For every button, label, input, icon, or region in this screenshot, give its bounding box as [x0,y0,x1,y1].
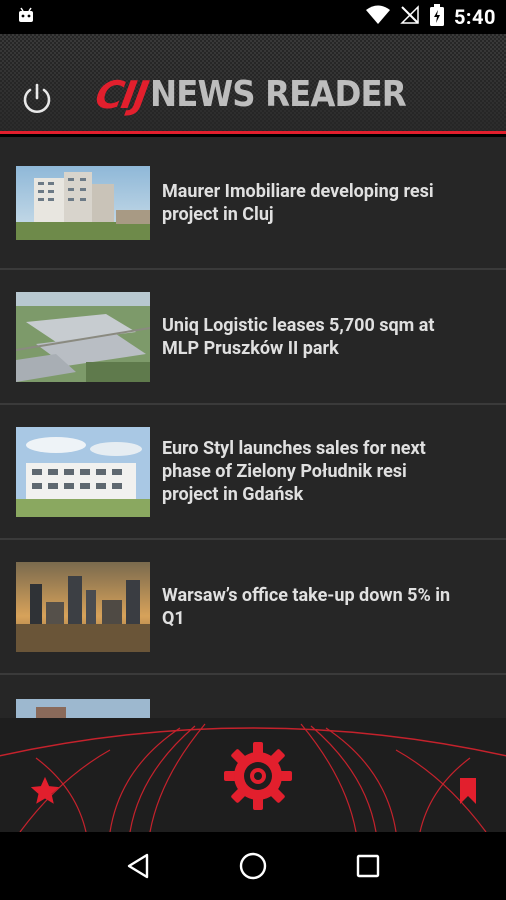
power-icon [23,83,51,113]
article-thumbnail [16,699,150,718]
nav-home-button[interactable] [235,848,271,884]
list-item[interactable]: Uniq Logistic leases 5,700 sqm at MLP Pr… [0,270,506,405]
logo-text: NEWS READER [150,74,407,115]
status-bar: 5:40 [0,0,506,34]
article-title: Euro Styl launches sales for next phase … [162,438,426,505]
favorites-button[interactable] [28,774,62,808]
nav-recents-button[interactable] [350,848,386,884]
recents-square-icon [357,854,380,878]
article-thumbnail [16,291,150,382]
bookmarks-button[interactable] [456,776,480,806]
list-item[interactable]: Warsaw’s office take-up down 5% in Q1 [0,540,506,675]
list-item[interactable]: Maurer Imobiliare developing resi projec… [0,137,506,270]
settings-button[interactable] [222,740,294,812]
gear-icon [224,742,292,810]
wifi-icon [365,5,390,29]
article-list: Maurer Imobiliare developing resi projec… [0,137,506,718]
article-thumbnail [16,165,150,240]
back-triangle-icon [127,853,148,879]
bottom-app-bar [0,718,506,832]
app-logo: CIJ NEWS READER [92,73,434,117]
android-icon [16,5,36,29]
list-item[interactable] [0,675,506,718]
list-item[interactable]: Euro Styl launches sales for next phase … [0,405,506,540]
article-title: Warsaw’s office take-up down 5% in Q1 [162,584,451,629]
app-header: CIJ NEWS READER [0,34,506,134]
article-thumbnail [16,561,150,652]
star-icon [30,776,60,804]
article-title: Maurer Imobiliare developing resi projec… [162,180,434,225]
nav-back-button[interactable] [120,848,156,884]
no-signal-icon [400,5,420,29]
power-button[interactable] [18,80,56,118]
battery-icon [429,4,444,30]
status-time: 5:40 [453,5,496,29]
bookmark-icon [460,778,476,804]
home-circle-icon [239,852,267,880]
article-thumbnail [16,426,150,517]
system-nav-bar [0,832,506,900]
logo-mark: CIJ [92,73,151,117]
article-title: Uniq Logistic leases 5,700 sqm at MLP Pr… [162,314,435,359]
